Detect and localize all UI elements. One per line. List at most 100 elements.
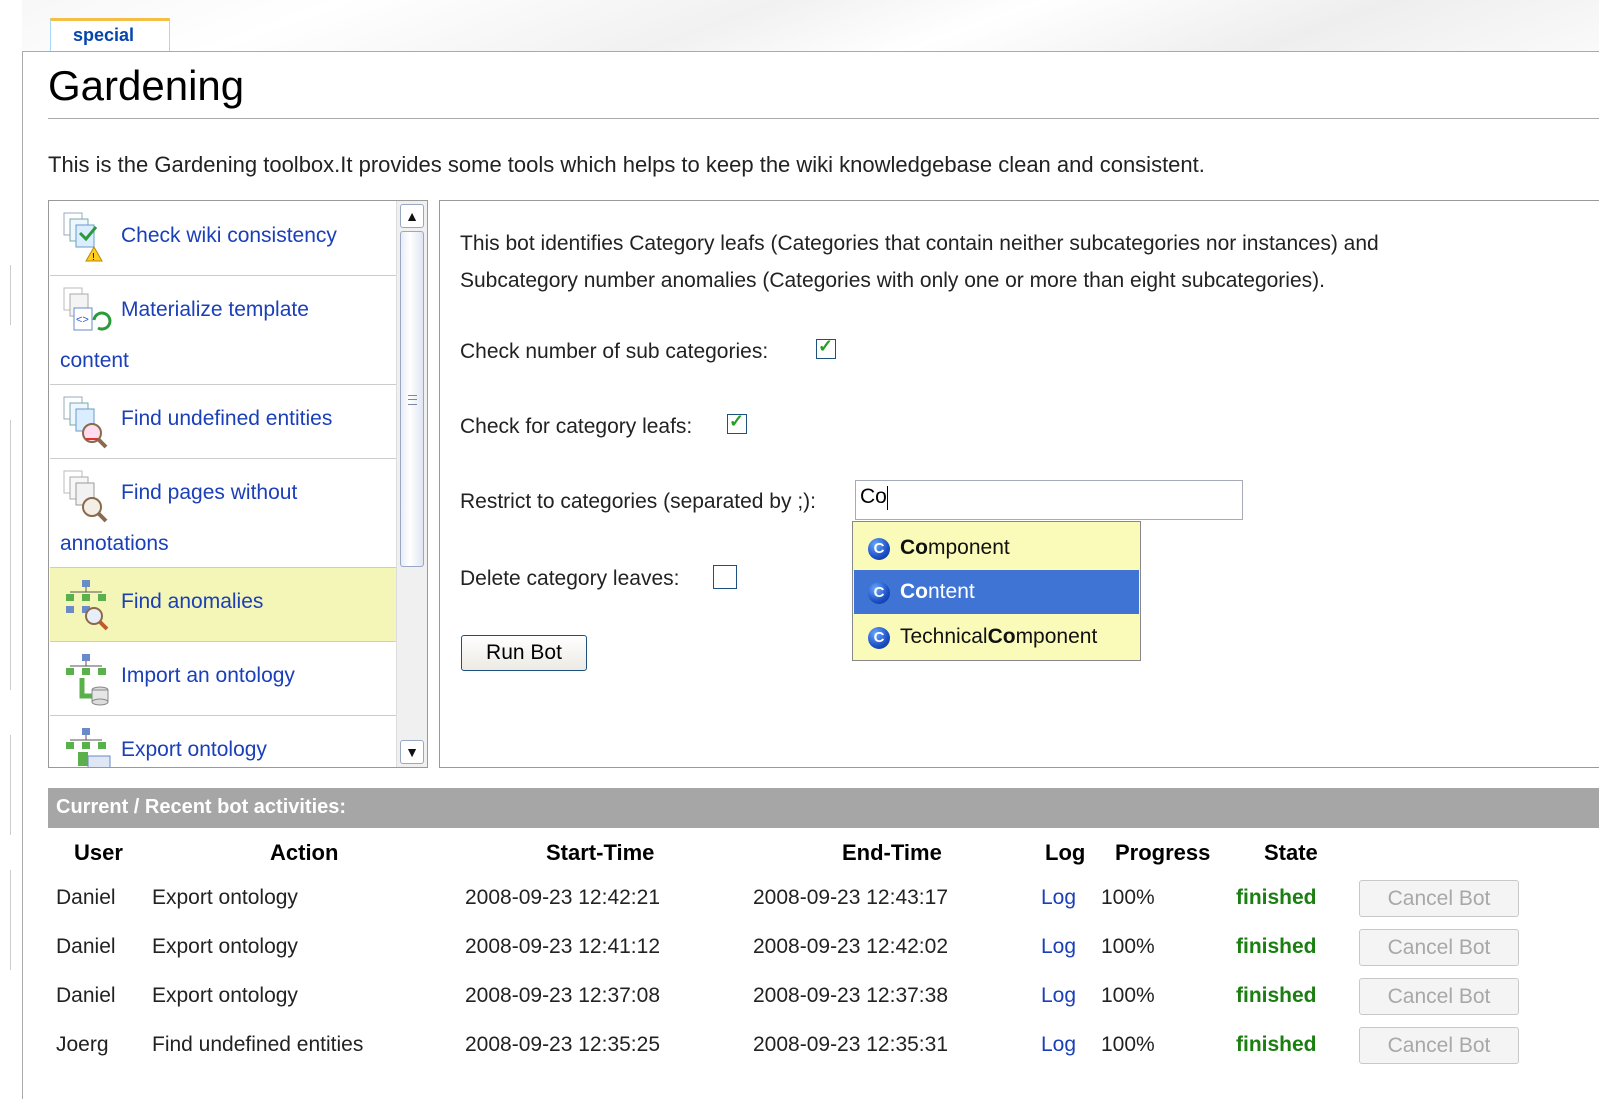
column-header-start-time: Start-Time xyxy=(546,840,655,865)
tool-label-continued: content xyxy=(60,349,129,372)
check-consistency-icon: ! xyxy=(63,212,103,263)
check-sub-categories-label: Check number of sub categories: xyxy=(460,340,769,363)
column-header-action: Action xyxy=(270,840,339,865)
cell-user: Daniel xyxy=(56,984,116,1007)
autocomplete-dropdown: C Component C Content C TechnicalCompone… xyxy=(852,521,1141,661)
restrict-categories-value: Co xyxy=(860,485,887,508)
cell-state: finished xyxy=(1236,886,1317,909)
sidebar-edge-mark xyxy=(10,870,11,970)
cell-action: Export ontology xyxy=(152,984,298,1007)
tool-item-find-undefined-entities[interactable]: Find undefined entities xyxy=(50,385,397,459)
category-icon: C xyxy=(868,627,890,649)
cell-user: Joerg xyxy=(56,1033,109,1056)
cancel-bot-button[interactable]: Cancel Bot xyxy=(1359,929,1519,966)
autocomplete-option-technicalcomponent[interactable]: C TechnicalComponent xyxy=(854,615,1139,659)
tool-label: Check wiki consistency xyxy=(121,224,337,247)
check-category-leafs-checkbox[interactable]: ✓ xyxy=(727,411,747,434)
tool-item-import-ontology[interactable]: Import an ontology xyxy=(50,642,397,716)
cell-progress: 100% xyxy=(1101,1033,1155,1056)
delete-category-leaves-row: Delete category leaves: xyxy=(460,567,679,591)
cell-start-time: 2008-09-23 12:42:21 xyxy=(465,886,660,909)
cell-end-time: 2008-09-23 12:42:02 xyxy=(753,935,948,958)
sidebar-edge-mark xyxy=(10,735,11,835)
log-link[interactable]: Log xyxy=(1041,984,1076,1008)
tool-label: Import an ontology xyxy=(121,664,295,687)
cell-action: Export ontology xyxy=(152,935,298,958)
find-undefined-icon xyxy=(63,396,108,449)
cancel-bot-button[interactable]: Cancel Bot xyxy=(1359,1027,1519,1064)
tool-item-export-ontology[interactable]: Export ontology xyxy=(50,716,397,767)
autocomplete-option-content[interactable]: C Content xyxy=(854,570,1139,614)
column-header-state: State xyxy=(1264,840,1318,865)
check-sub-categories-checkbox[interactable]: ✓ xyxy=(816,336,836,359)
find-pages-icon xyxy=(63,470,108,523)
import-ontology-icon xyxy=(66,654,109,706)
grip-icon xyxy=(408,395,417,405)
export-ontology-icon xyxy=(66,728,111,767)
tool-label: Find undefined entities xyxy=(121,407,333,430)
scroll-up-icon[interactable]: ▲ xyxy=(400,204,424,228)
cell-start-time: 2008-09-23 12:37:08 xyxy=(465,984,660,1007)
delete-category-leaves-label: Delete category leaves: xyxy=(460,567,680,590)
cancel-bot-button[interactable]: Cancel Bot xyxy=(1359,978,1519,1015)
tool-item-materialize-template[interactable]: <> Materialize template content xyxy=(50,276,397,385)
intro-text: This is the Gardening toolbox.It provide… xyxy=(48,152,1205,177)
cell-user: Daniel xyxy=(56,886,116,909)
svg-text:<>: <> xyxy=(76,314,89,326)
page-title: Gardening xyxy=(48,62,245,109)
cancel-bot-button[interactable]: Cancel Bot xyxy=(1359,880,1519,917)
scroll-down-icon[interactable]: ▼ xyxy=(400,740,424,764)
sidebar-edge-mark xyxy=(10,265,11,325)
log-link[interactable]: Log xyxy=(1041,1033,1076,1057)
log-link[interactable]: Log xyxy=(1041,886,1076,910)
tool-list: ! Check wiki consistency <> Materialize … xyxy=(48,200,428,768)
column-header-progress: Progress xyxy=(1115,840,1211,865)
scrollbar-thumb[interactable] xyxy=(400,231,424,567)
autocomplete-option-component[interactable]: C Component xyxy=(854,526,1139,570)
cell-state: finished xyxy=(1236,1033,1317,1056)
column-header-log: Log xyxy=(1045,840,1086,865)
check-category-leafs-row: Check for category leafs: xyxy=(460,415,692,439)
run-bot-button[interactable]: Run Bot xyxy=(461,635,587,671)
tab-special[interactable]: special xyxy=(50,18,170,52)
left-sidebar-edge xyxy=(0,0,22,1098)
svg-text:!: ! xyxy=(92,252,95,263)
check-category-leafs-label: Check for category leafs: xyxy=(460,415,693,438)
log-link[interactable]: Log xyxy=(1041,935,1076,959)
tool-label: Find pages without xyxy=(121,481,298,504)
bot-settings-panel: This bot identifies Category leafs (Cate… xyxy=(439,200,1599,768)
restrict-categories-label: Restrict to categories (separated by ;): xyxy=(460,490,816,513)
activities-header: Current / Recent bot activities: xyxy=(48,788,1599,828)
category-icon: C xyxy=(868,582,890,604)
bot-description: This bot identifies Category leafs (Cate… xyxy=(460,225,1540,299)
autocomplete-option-label: TechnicalComponent xyxy=(900,625,1098,648)
sidebar-edge-mark xyxy=(10,420,11,690)
restrict-categories-row: Restrict to categories (separated by ;): xyxy=(460,490,816,514)
autocomplete-option-label: Component xyxy=(900,536,1010,559)
tab-special-label: special xyxy=(73,25,135,45)
restrict-categories-input[interactable]: Co xyxy=(855,480,1243,520)
tool-label: Export ontology xyxy=(121,738,267,761)
tool-list-scrollbar[interactable]: ▲ ▼ xyxy=(396,201,427,767)
cell-end-time: 2008-09-23 12:37:38 xyxy=(753,984,948,1007)
cell-start-time: 2008-09-23 12:35:25 xyxy=(465,1033,660,1056)
page-top-background xyxy=(0,0,1599,52)
cell-action: Find undefined entities xyxy=(152,1033,364,1056)
tool-item-find-pages-without-annotations[interactable]: Find pages without annotations xyxy=(50,459,397,568)
cell-action: Export ontology xyxy=(152,886,298,909)
cell-state: finished xyxy=(1236,984,1317,1007)
category-icon: C xyxy=(868,538,890,560)
bot-description-line: Subcategory number anomalies (Categories… xyxy=(460,269,1325,292)
cell-progress: 100% xyxy=(1101,935,1155,958)
cell-progress: 100% xyxy=(1101,984,1155,1007)
find-anomalies-icon xyxy=(66,580,109,631)
tool-item-find-anomalies[interactable]: Find anomalies xyxy=(50,568,397,642)
text-caret xyxy=(886,486,888,510)
cell-progress: 100% xyxy=(1101,886,1155,909)
tool-item-check-wiki-consistency[interactable]: ! Check wiki consistency xyxy=(50,201,397,276)
checkmark-icon: ✓ xyxy=(729,411,745,431)
tool-label-continued: annotations xyxy=(60,532,169,555)
delete-category-leaves-checkbox[interactable] xyxy=(713,565,737,589)
cell-user: Daniel xyxy=(56,935,116,958)
column-header-user: User xyxy=(74,840,123,865)
